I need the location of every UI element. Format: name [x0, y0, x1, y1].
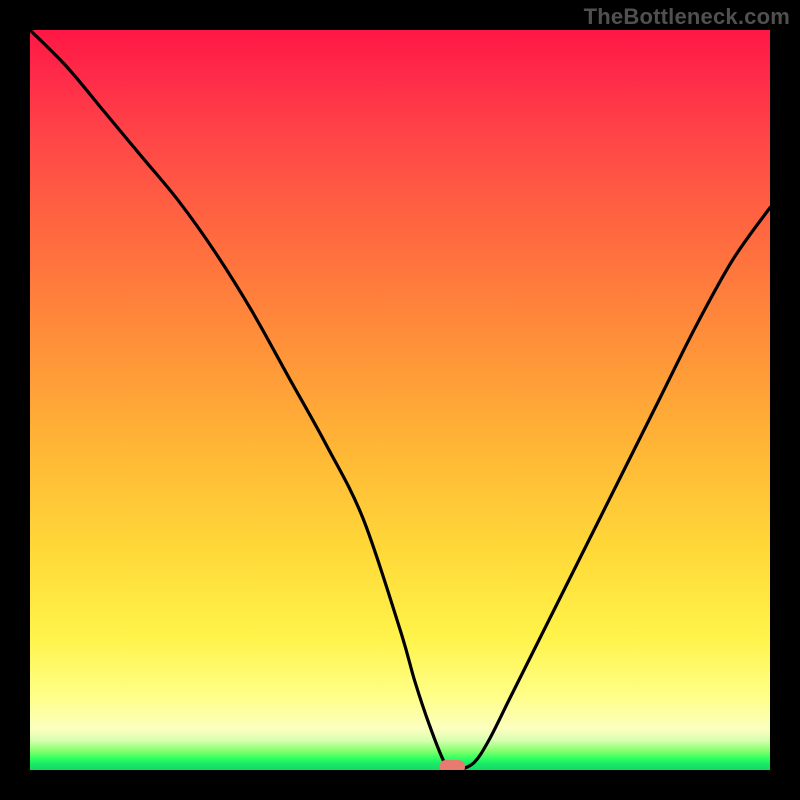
watermark-text: TheBottleneck.com [584, 4, 790, 30]
plot-area [30, 30, 770, 770]
bottleneck-curve [30, 30, 770, 770]
optimal-point-marker [439, 760, 465, 770]
bottleneck-curve-svg [30, 30, 770, 770]
chart-frame: TheBottleneck.com [0, 0, 800, 800]
